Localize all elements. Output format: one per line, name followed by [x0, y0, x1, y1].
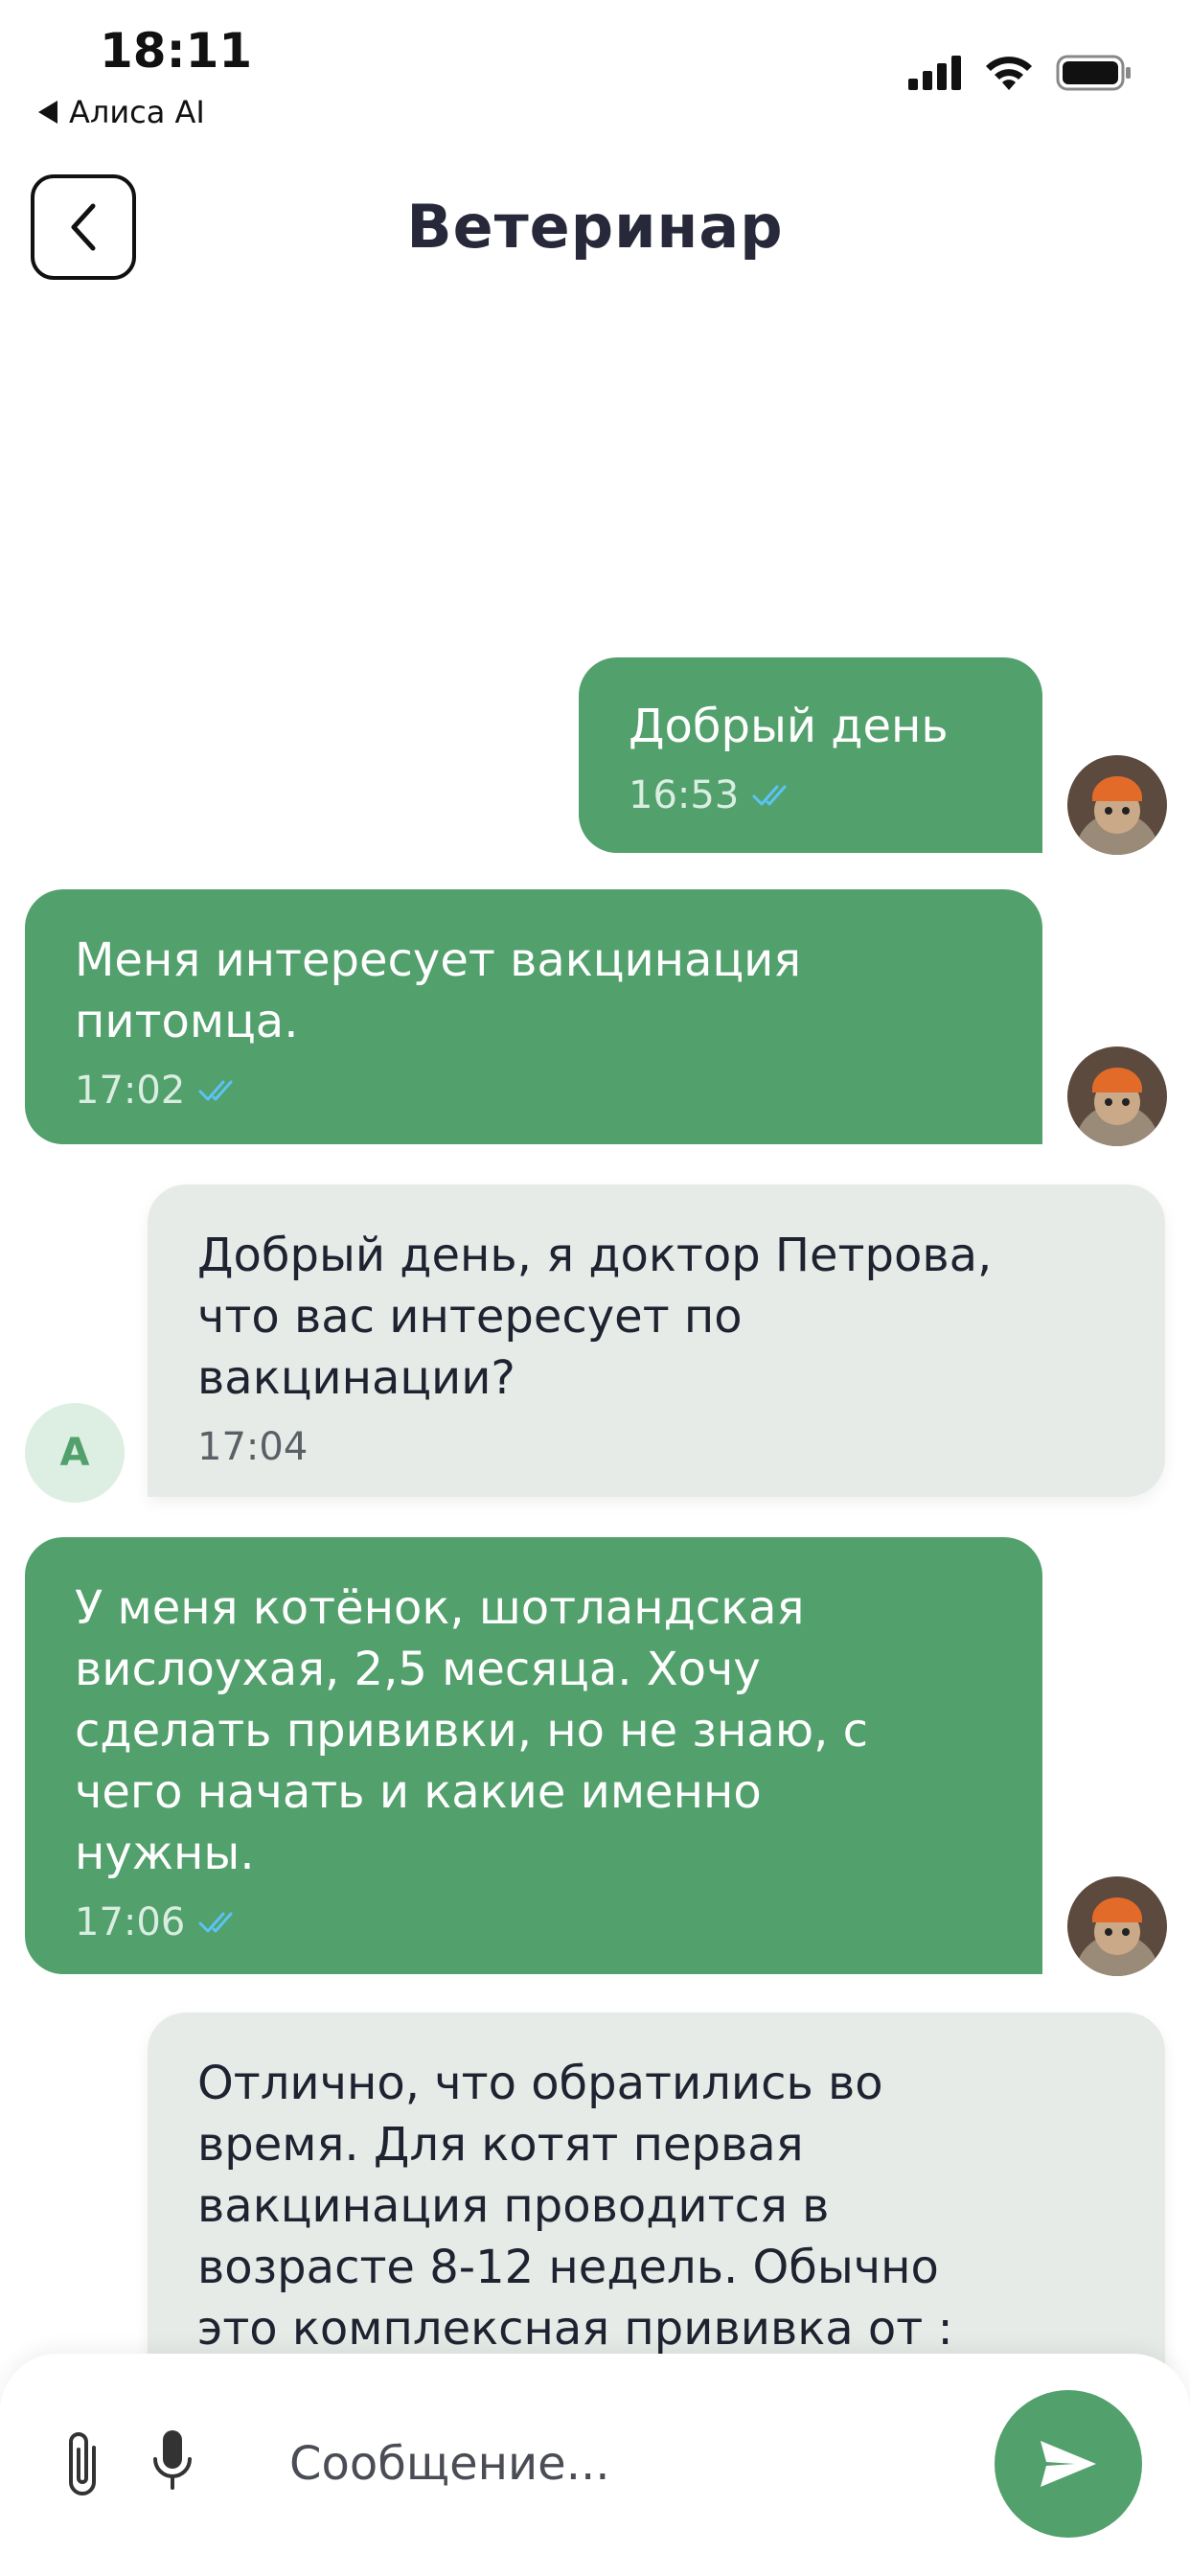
user-avatar[interactable]	[1067, 755, 1167, 855]
status-time: 18:11	[100, 23, 253, 79]
back-triangle-icon	[38, 101, 57, 124]
message-incoming[interactable]: Добрый день, я доктор Петрова, что вас и…	[148, 1184, 1165, 1497]
cellular-signal-icon	[908, 56, 961, 90]
kitten-avatar-image	[1067, 1876, 1167, 1976]
message-time: 17:04	[197, 1425, 309, 1469]
kitten-avatar-image	[1067, 1046, 1167, 1146]
message-text: Отлично, что обратились во время. Для ко…	[197, 2057, 953, 2356]
back-to-app-link[interactable]: Алиса AI	[38, 94, 205, 130]
back-app-label: Алиса AI	[69, 94, 205, 130]
message-outgoing[interactable]: У меня котёнок, шотландская вислоухая, 2…	[25, 1537, 1042, 1974]
send-button[interactable]	[995, 2390, 1142, 2538]
message-time: 16:53	[629, 773, 740, 817]
kitten-avatar-image	[1067, 755, 1167, 855]
message-input[interactable]	[287, 2425, 962, 2503]
user-avatar[interactable]	[1067, 1046, 1167, 1146]
voice-button[interactable]	[149, 2426, 195, 2507]
message-text: У меня котёнок, шотландская вислоухая, 2…	[75, 1581, 869, 1880]
message-text: Добрый день, я доктор Петрова, что вас и…	[197, 1229, 993, 1405]
double-check-icon	[198, 1912, 233, 1933]
battery-icon	[1056, 55, 1131, 91]
double-check-icon	[198, 1080, 233, 1101]
microphone-icon	[153, 2430, 192, 2490]
double-check-icon	[752, 785, 787, 806]
message-text: Меня интересует вакцинация питомца.	[75, 933, 802, 1048]
paperclip-icon	[69, 2432, 96, 2496]
message-outgoing[interactable]: Добрый день 16:53	[579, 657, 1042, 853]
message-text: Добрый день	[629, 700, 949, 753]
user-avatar[interactable]	[1067, 1876, 1167, 1976]
status-icons	[908, 54, 1133, 92]
send-icon	[1041, 2441, 1096, 2487]
wifi-icon	[986, 57, 1032, 90]
page-title: Ветеринар	[406, 192, 784, 262]
attach-button[interactable]	[56, 2426, 109, 2507]
message-outgoing[interactable]: Меня интересует вакцинация питомца. 17:0…	[25, 889, 1042, 1144]
message-time: 17:06	[75, 1900, 186, 1944]
message-time: 17:02	[75, 1069, 186, 1113]
doctor-avatar[interactable]: A	[25, 1403, 125, 1503]
